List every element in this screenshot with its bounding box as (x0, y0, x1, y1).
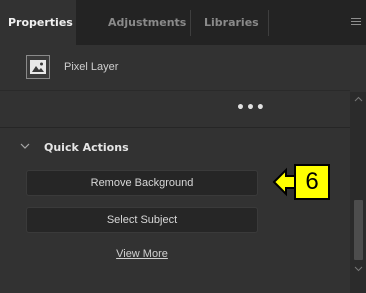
panel-menu-icon[interactable] (351, 18, 361, 26)
tab-adjustments[interactable]: Adjustments (108, 0, 186, 45)
callout-number-badge: 6 (294, 164, 330, 200)
select-subject-button[interactable]: Select Subject (26, 207, 258, 233)
layer-type-row: Pixel Layer (0, 45, 350, 91)
scroll-up-icon[interactable] (354, 96, 363, 102)
more-options-row: ••• (0, 92, 350, 128)
tab-divider (268, 10, 269, 36)
scrollbar-thumb[interactable] (354, 200, 363, 260)
panel-tab-bar: Properties Adjustments Libraries (0, 0, 366, 45)
quick-actions-title: Quick Actions (44, 141, 129, 154)
quick-actions-header[interactable]: Quick Actions (0, 132, 350, 162)
scrollbar-track[interactable] (350, 92, 366, 293)
more-options-icon[interactable]: ••• (236, 100, 266, 116)
remove-background-button[interactable]: Remove Background (26, 170, 258, 196)
tab-libraries[interactable]: Libraries (204, 0, 259, 45)
layer-type-label: Pixel Layer (64, 61, 119, 73)
scroll-down-icon[interactable] (354, 266, 363, 272)
chevron-down-icon[interactable] (20, 142, 30, 150)
properties-panel: Properties Adjustments Libraries Pixel L… (0, 0, 366, 293)
view-more-link[interactable]: View More (0, 248, 284, 260)
tab-properties[interactable]: Properties (0, 0, 76, 45)
tab-divider (190, 10, 191, 36)
image-icon (26, 55, 50, 79)
